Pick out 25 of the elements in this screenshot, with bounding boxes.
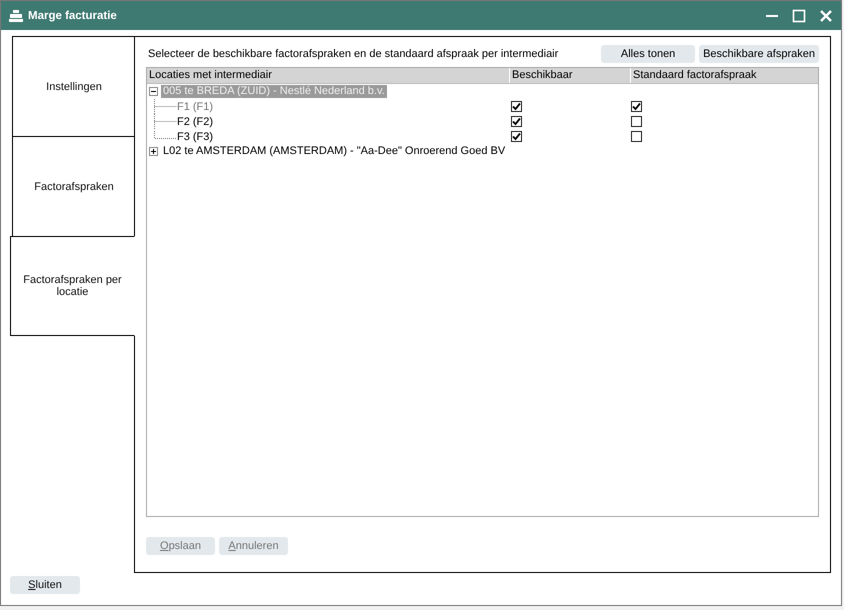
side-tab[interactable]: Factorafspraken [12, 136, 135, 236]
checkbox[interactable] [511, 101, 522, 112]
tree-node[interactable]: L02 te AMSTERDAM (AMSTERDAM) - "Aa-Dee" Onroerend Goed BV [161, 145, 508, 158]
expand-icon[interactable] [149, 147, 158, 156]
tree-node[interactable]: F3 (F3) [177, 130, 214, 142]
checkbox[interactable] [511, 116, 522, 127]
checkbox[interactable] [631, 116, 642, 127]
filter-button[interactable]: Beschikbare afspraken [699, 45, 819, 63]
checkbox[interactable] [631, 101, 642, 112]
side-tab[interactable]: Factorafspraken per locatie [10, 236, 135, 336]
close-button[interactable]: Sluiten [10, 576, 80, 594]
checkbox[interactable] [631, 131, 642, 142]
column-header[interactable]: Beschikbaar [509, 68, 630, 83]
checkbox[interactable] [511, 131, 522, 142]
close-icon[interactable] [819, 8, 833, 22]
column-header[interactable]: Locaties met intermediair [147, 68, 509, 83]
column-header[interactable]: Standaard factorafspraak [630, 68, 783, 83]
instruction-text: Selecteer de beschikbare factorafspraken en de standaard afspraak per intermediair [147, 48, 560, 60]
collapse-icon[interactable] [149, 87, 158, 96]
window-title: Marge facturatie [28, 10, 117, 22]
tree-node[interactable]: F1 (F1) [177, 100, 214, 112]
maximize-icon[interactable] [792, 8, 806, 22]
side-tab[interactable]: Instellingen [12, 36, 135, 136]
filter-button[interactable]: Alles tonen [601, 45, 696, 63]
tree-node[interactable]: F2 (F2) [177, 116, 214, 128]
